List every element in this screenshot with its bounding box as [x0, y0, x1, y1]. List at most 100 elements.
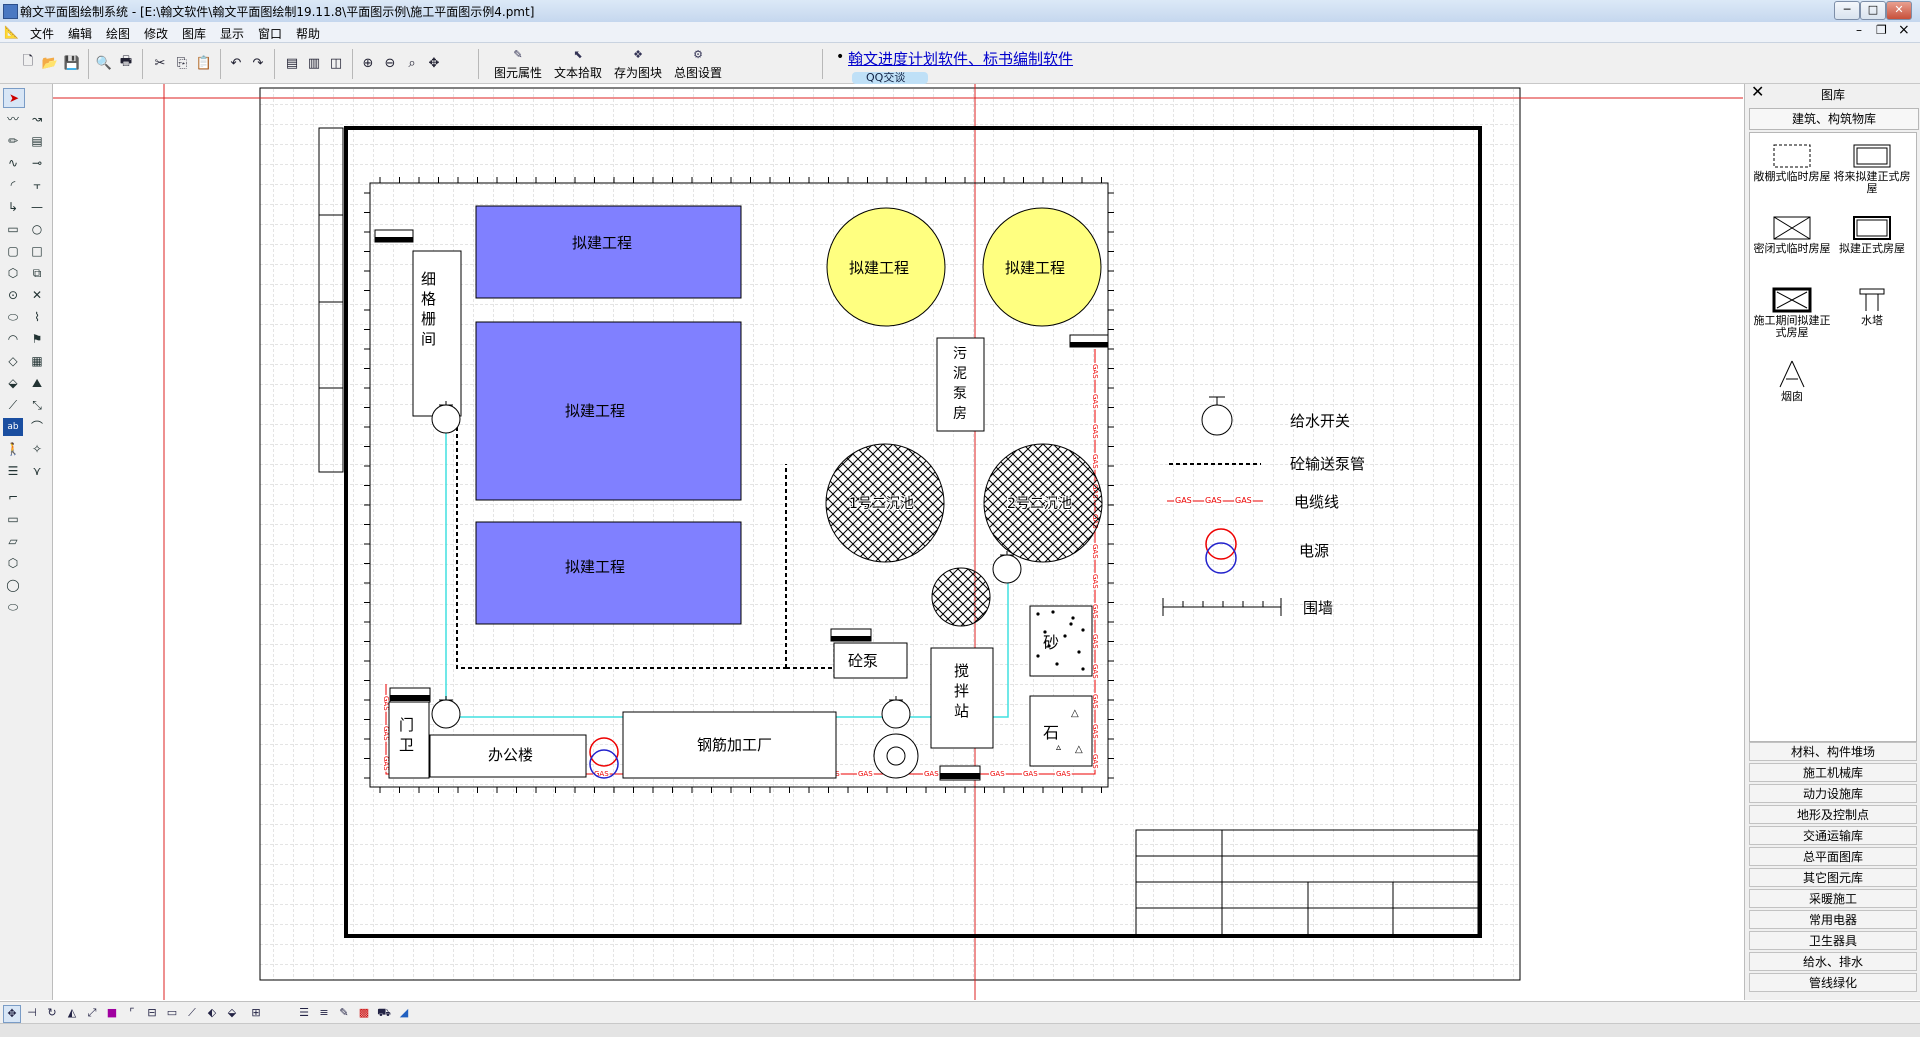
- library-category-2[interactable]: 动力设施库: [1749, 784, 1917, 803]
- text-pick-button[interactable]: ⬉ 文本拾取: [548, 46, 608, 82]
- site-plan-drawing[interactable]: GAS GAS GAS GAS GAS GAS GAS GAS GAS GAS GAS GAS GAS G…: [53, 84, 1743, 1000]
- select-arrow-icon[interactable]: ➤: [3, 88, 25, 108]
- flag-icon[interactable]: ⚑: [27, 330, 47, 348]
- hook-icon[interactable]: ⌒: [27, 418, 47, 436]
- half-ellipse-icon[interactable]: ◠: [3, 330, 23, 348]
- paste-icon[interactable]: 📋: [194, 53, 214, 73]
- text-style-icon[interactable]: ◢: [396, 1005, 412, 1021]
- polyline-icon[interactable]: 〰: [3, 110, 23, 128]
- new-file-icon[interactable]: 🗋: [18, 53, 38, 73]
- short-line-icon[interactable]: —: [27, 198, 47, 216]
- menu-help[interactable]: 帮助: [296, 25, 320, 42]
- line-width-icon[interactable]: ≡: [316, 1005, 332, 1021]
- pencil-icon[interactable]: ✏: [3, 132, 23, 150]
- dash-line-icon[interactable]: ⤡: [27, 396, 47, 414]
- wave-icon[interactable]: ∿: [3, 154, 23, 172]
- maximize-button[interactable]: □: [1860, 1, 1886, 20]
- undo-icon[interactable]: ↶: [226, 53, 246, 73]
- menu-modify[interactable]: 修改: [144, 25, 168, 42]
- star-icon[interactable]: ✧: [27, 440, 47, 458]
- line-style-icon[interactable]: ☰: [296, 1005, 312, 1021]
- lib-item-closed-temp[interactable]: 密闭式临时房屋: [1752, 215, 1832, 255]
- branch-icon[interactable]: ⋎: [27, 462, 47, 480]
- layer-front-icon[interactable]: ▤: [282, 53, 302, 73]
- mirror-h-icon[interactable]: ⊣: [24, 1005, 40, 1021]
- pulse-icon[interactable]: ⌇: [27, 308, 47, 326]
- lib-item-future-building[interactable]: 将来拟建正式房屋: [1832, 143, 1912, 195]
- menu-edit[interactable]: 编辑: [68, 25, 92, 42]
- menu-draw[interactable]: 绘图: [106, 25, 130, 42]
- hatch-line-icon[interactable]: ▤: [27, 132, 47, 150]
- mountain-icon[interactable]: ⛰: [27, 374, 47, 392]
- mdi-close-button[interactable]: ×: [1898, 22, 1910, 38]
- library-category-4[interactable]: 交通运输库: [1749, 826, 1917, 845]
- general-settings-button[interactable]: ⚙ 总图设置: [668, 46, 728, 82]
- zoom-fit-icon[interactable]: ⌕: [402, 53, 422, 73]
- align-icon[interactable]: ⊞: [248, 1005, 264, 1021]
- menu-window[interactable]: 窗口: [258, 25, 282, 42]
- zoom-in-icon[interactable]: ⊕: [358, 53, 378, 73]
- target-icon[interactable]: ⊙: [3, 286, 23, 304]
- multi-rect-icon[interactable]: ⧉: [27, 264, 47, 282]
- menu-file[interactable]: 文件: [30, 25, 54, 42]
- step-line-icon[interactable]: ⌐: [3, 488, 23, 506]
- library-category-9[interactable]: 卫生器具: [1749, 931, 1917, 950]
- corner-icon[interactable]: ⌜: [124, 1005, 140, 1021]
- pen-color-icon[interactable]: ✎: [336, 1005, 352, 1021]
- library-category-11[interactable]: 管线绿化: [1749, 973, 1917, 992]
- library-category-0[interactable]: 材料、构件堆场: [1749, 742, 1917, 761]
- save-icon[interactable]: 💾: [62, 53, 82, 73]
- layer-back-icon[interactable]: ▥: [304, 53, 324, 73]
- library-category-6[interactable]: 其它图元库: [1749, 868, 1917, 887]
- dimension-icon[interactable]: ⫟: [27, 176, 47, 194]
- mdi-doc-icon[interactable]: 📐: [4, 25, 19, 39]
- cross-icon[interactable]: ✕: [27, 286, 47, 304]
- print-preview-icon[interactable]: 🔍: [94, 53, 114, 73]
- pan-zoom-icon[interactable]: ✥: [424, 53, 444, 73]
- line-color-icon[interactable]: ⟋: [184, 1005, 200, 1021]
- person-icon[interactable]: 🚶: [3, 440, 23, 458]
- parallelogram-icon[interactable]: ▱: [3, 532, 23, 550]
- lib-item-construction-building[interactable]: 施工期间拟建正式房屋: [1752, 287, 1832, 339]
- list-icon[interactable]: ☰: [3, 462, 23, 480]
- mdi-minimize-button[interactable]: –: [1856, 23, 1862, 37]
- rect-outline-icon[interactable]: ▭: [164, 1005, 180, 1021]
- arc-icon[interactable]: ◜: [3, 176, 23, 194]
- minimize-button[interactable]: ─: [1834, 1, 1860, 20]
- ellipse-icon[interactable]: ⬭: [3, 308, 23, 326]
- fill-color-icon[interactable]: ⬙: [224, 1005, 240, 1021]
- ad-link[interactable]: 翰文进度计划软件、标书编制软件: [848, 48, 1073, 69]
- diamond-icon[interactable]: ◇: [3, 352, 23, 370]
- close-button[interactable]: ✕: [1886, 1, 1912, 20]
- split-rect-icon[interactable]: ⊟: [144, 1005, 160, 1021]
- library-category-1[interactable]: 施工机械库: [1749, 763, 1917, 782]
- library-category-button[interactable]: 建筑、构筑物库: [1749, 108, 1919, 130]
- scale-icon[interactable]: ⤢: [84, 1005, 100, 1021]
- lib-item-open-shed[interactable]: 敞棚式临时房屋: [1752, 143, 1832, 183]
- square-icon[interactable]: □: [27, 242, 47, 260]
- lib-item-water-tower[interactable]: 水塔: [1832, 287, 1912, 327]
- rect-shape-icon[interactable]: ▭: [3, 510, 23, 528]
- circle-shape-icon[interactable]: ◯: [3, 576, 23, 594]
- flip-icon[interactable]: ◭: [64, 1005, 80, 1021]
- copy-icon[interactable]: ⎘: [172, 53, 192, 73]
- library-category-3[interactable]: 地形及控制点: [1749, 805, 1917, 824]
- rotate-icon[interactable]: ↻: [44, 1005, 60, 1021]
- oval-shape-icon[interactable]: ⬭: [3, 598, 23, 616]
- lib-item-planned-building[interactable]: 拟建正式房屋: [1832, 215, 1912, 255]
- library-category-7[interactable]: 采暖施工: [1749, 889, 1917, 908]
- fill-icon[interactable]: ⬙: [3, 374, 23, 392]
- qq-chat-button[interactable]: QQ交谈: [852, 72, 928, 84]
- print-icon[interactable]: 🖶: [116, 53, 136, 73]
- line-end-icon[interactable]: ⊸: [27, 154, 47, 172]
- lib-item-chimney[interactable]: 烟囱: [1752, 359, 1832, 403]
- table-icon[interactable]: ▦: [27, 352, 47, 370]
- menu-view[interactable]: 显示: [220, 25, 244, 42]
- hatch-icon[interactable]: ▩: [356, 1005, 372, 1021]
- paint-icon[interactable]: ⬖: [204, 1005, 220, 1021]
- hexagon-icon[interactable]: ⬡: [3, 264, 23, 282]
- redo-icon[interactable]: ↷: [248, 53, 268, 73]
- curve-arrow-icon[interactable]: ↝: [27, 110, 47, 128]
- move-cross-icon[interactable]: ✥: [3, 1005, 21, 1023]
- drawing-canvas[interactable]: GAS GAS GAS GAS GAS GAS GAS GAS GAS GAS GAS GAS GAS G…: [53, 84, 1743, 1000]
